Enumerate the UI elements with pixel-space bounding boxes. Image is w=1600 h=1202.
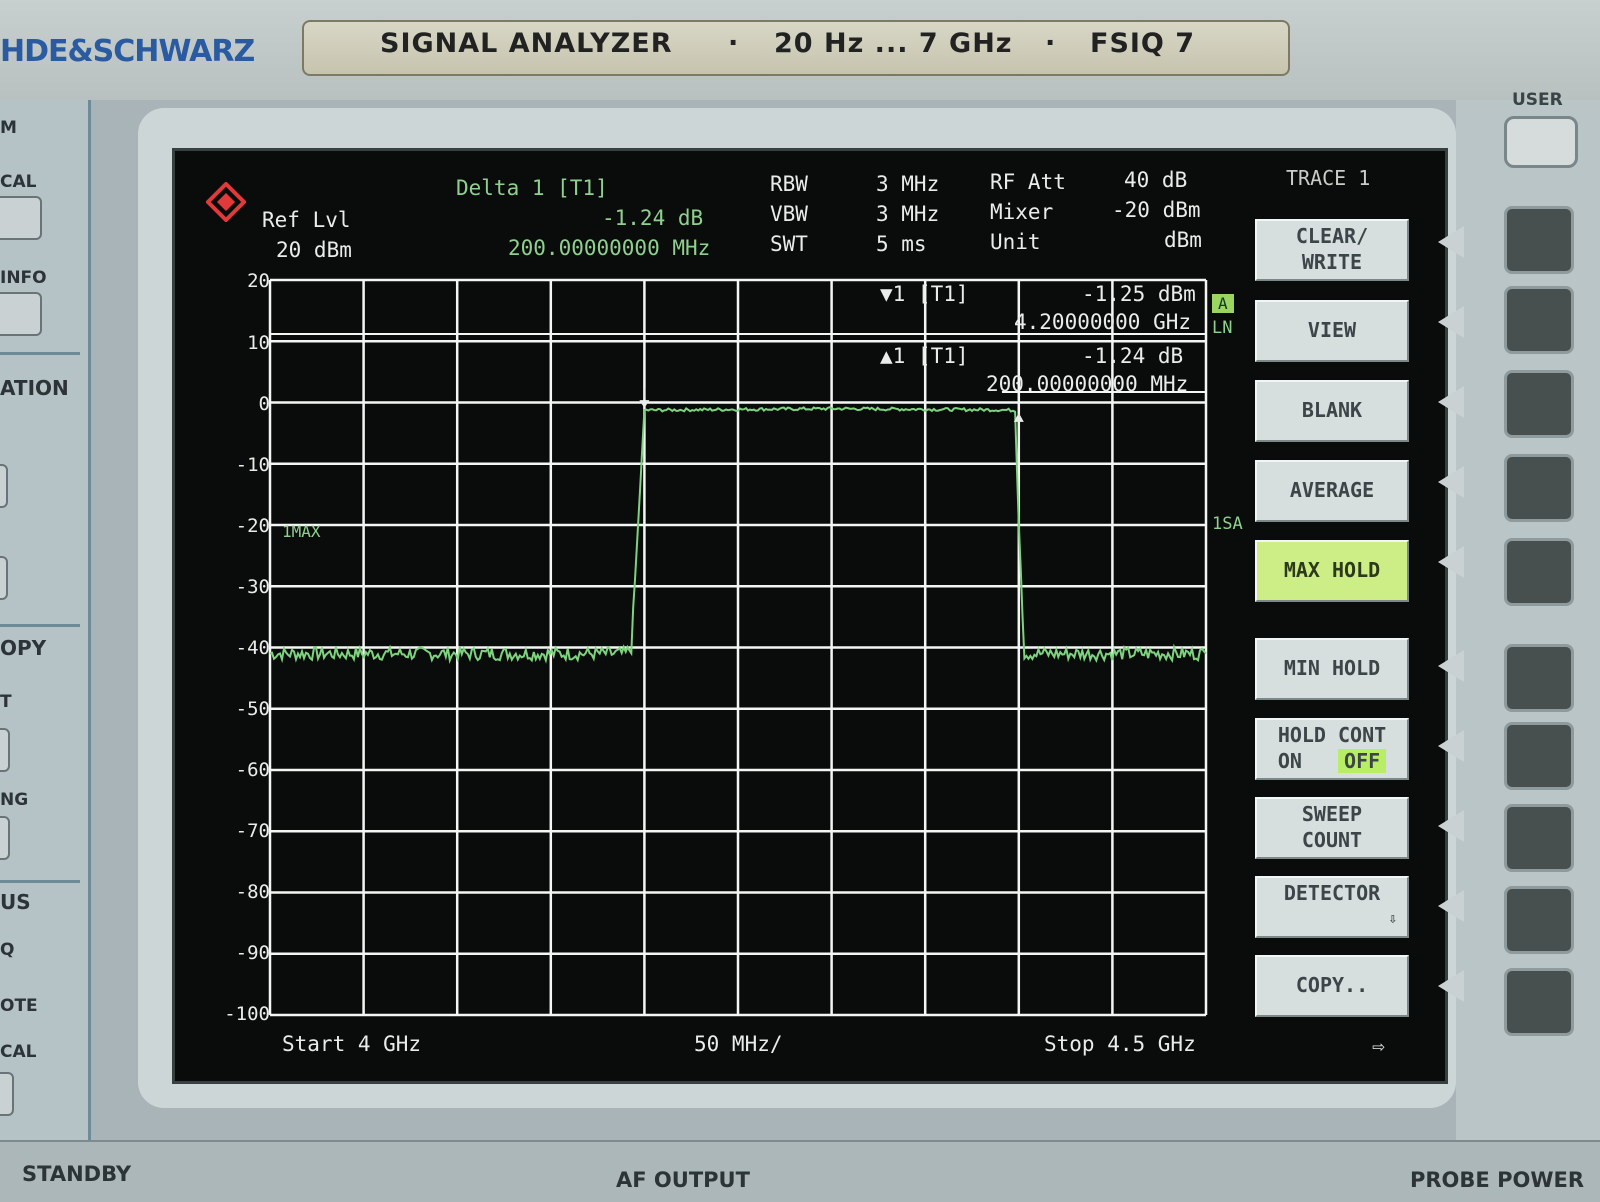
- softkey-label: WRITE: [1301, 250, 1363, 274]
- softkey-label: VIEW: [1307, 318, 1357, 342]
- softkey-label: AVERAGE: [1289, 478, 1375, 502]
- softkey-clear-write[interactable]: CLEAR/ WRITE: [1255, 219, 1409, 281]
- start-frequency: Start 4 GHz: [282, 1032, 422, 1056]
- next-menu-arrow-icon: ⇨: [1372, 1034, 1385, 1058]
- trace-mode-label: 1MAX: [282, 522, 321, 541]
- softkey-label: BLANK: [1301, 398, 1363, 422]
- softkey-label: COPY..: [1295, 973, 1369, 997]
- softkey-detector[interactable]: DETECTOR ⇩: [1255, 876, 1409, 938]
- softkey-label: SWEEP: [1301, 802, 1363, 826]
- softkey-copy[interactable]: COPY..: [1255, 955, 1409, 1017]
- softkey-average[interactable]: AVERAGE: [1255, 460, 1409, 522]
- softkey-blank[interactable]: BLANK: [1255, 380, 1409, 442]
- submenu-arrow-icon: ⇩: [1388, 911, 1397, 927]
- stop-frequency: Stop 4.5 GHz: [1044, 1032, 1196, 1056]
- delta1-label: ▲1 [T1]: [880, 344, 969, 368]
- marker1-value: -1.25 dBm: [1082, 282, 1196, 306]
- marker1-label: ▼1 [T1]: [880, 282, 969, 306]
- trace-a-flag: A: [1212, 294, 1234, 313]
- marker1-frequency: 4.20000000 GHz: [1014, 310, 1192, 334]
- softkey-label: DETECTOR: [1283, 881, 1381, 905]
- softkey-label: CLEAR/: [1295, 224, 1369, 248]
- softkey-min-hold[interactable]: MIN HOLD: [1255, 638, 1409, 700]
- delta1-frequency: 200.00000000 MHz: [986, 372, 1189, 396]
- softkey-max-hold[interactable]: MAX HOLD: [1255, 540, 1409, 602]
- sweep-average-flag: 1SA: [1212, 514, 1243, 534]
- hold-cont-on: ON: [1277, 749, 1302, 773]
- softkey-hold-cont[interactable]: HOLD CONT ON OFF: [1255, 718, 1409, 780]
- softkey-label: HOLD CONT: [1277, 723, 1387, 747]
- hold-cont-off: OFF: [1338, 749, 1387, 773]
- softkey-sweep-count[interactable]: SWEEP COUNT: [1255, 797, 1409, 859]
- delta1-value: -1.24 dB: [1082, 344, 1184, 368]
- span-per-division: 50 MHz/: [694, 1032, 783, 1056]
- lm-flag: LN: [1212, 318, 1233, 338]
- softkey-view[interactable]: VIEW: [1255, 300, 1409, 362]
- softkey-label: MIN HOLD: [1283, 656, 1381, 680]
- marker-1-symbol: [639, 400, 650, 409]
- softkey-label: MAX HOLD: [1283, 558, 1381, 582]
- trace-menu-title: TRACE 1: [1286, 166, 1371, 190]
- softkey-label: COUNT: [1301, 828, 1363, 852]
